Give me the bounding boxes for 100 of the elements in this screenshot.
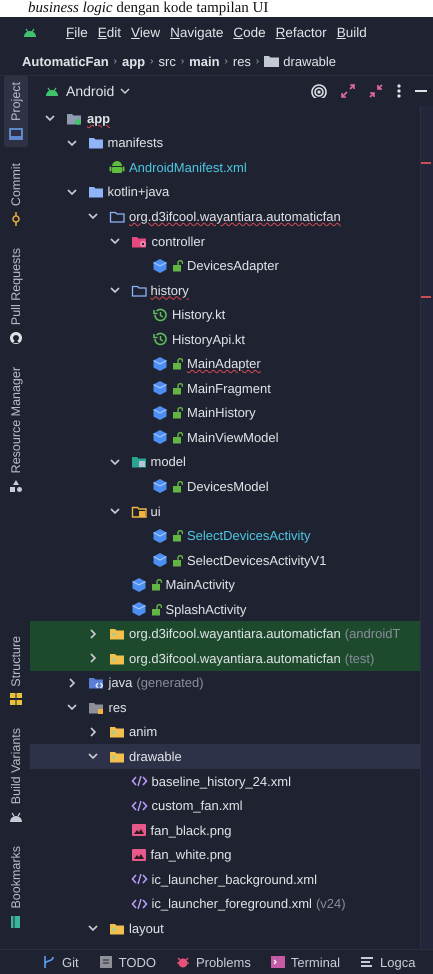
breadcrumb-item[interactable]: app — [122, 54, 146, 68]
android-icon — [9, 810, 23, 824]
tool-window-button[interactable]: TODO — [98, 954, 156, 970]
code-brackets-icon — [130, 896, 148, 911]
tree-item[interactable]: anim — [30, 720, 420, 744]
unlocked-padlock-icon — [172, 480, 183, 493]
unlocked-padlock-icon — [172, 259, 183, 272]
unlocked-padlock-icon — [172, 406, 183, 420]
tree-item[interactable]: MainAdapter — [30, 351, 420, 376]
class-icon — [152, 478, 168, 494]
tool-window-tab[interactable]: Pull Requests — [4, 242, 28, 352]
target-icon[interactable] — [311, 84, 327, 98]
tree-item[interactable]: MainActivity — [30, 572, 420, 597]
unlocked-padlock-icon — [150, 578, 162, 592]
separator-chevron: › — [180, 56, 184, 66]
class-icon — [152, 404, 168, 421]
class-icon — [152, 258, 168, 274]
class-icon — [130, 576, 146, 593]
tool-window-button[interactable]: Terminal — [270, 954, 340, 970]
bug-icon — [176, 955, 190, 969]
tree-item[interactable]: SelectDevicesActivity — [30, 523, 420, 548]
tree-item[interactable]: History.kt — [30, 302, 420, 327]
menu-item[interactable]: Edit — [98, 24, 122, 40]
tree-item[interactable]: DevicesAdapter — [30, 253, 420, 278]
more-options-icon[interactable] — [397, 84, 401, 98]
document-caption: business logic dengan kode tampilan UI — [27, 0, 270, 17]
tree-item[interactable]: java (generated) — [30, 670, 420, 696]
shapes-icon — [9, 479, 23, 494]
view-selector-dropdown[interactable]: Android — [44, 83, 130, 99]
menu-item[interactable]: Code — [233, 24, 266, 40]
tree-item[interactable]: fan_black.png — [30, 818, 420, 842]
tree-item[interactable]: MainFragment — [30, 376, 420, 401]
breadcrumb-item[interactable]: AutomaticFan — [22, 54, 109, 68]
breadcrumb-item[interactable]: main — [189, 54, 220, 68]
unlocked-padlock-icon — [172, 554, 183, 567]
unlocked-padlock-icon — [172, 382, 183, 395]
expand-icon[interactable] — [341, 84, 355, 98]
tree-item[interactable]: ic_launcher_foreground.xml (v24) — [30, 892, 420, 916]
tree-item[interactable]: baseline_history_24.xml — [30, 768, 420, 794]
class-icon — [152, 380, 168, 396]
folder-icon — [109, 626, 125, 642]
tree-item[interactable]: org.d3ifcool.wayantiara.automaticfan (test) — [30, 646, 420, 671]
tree-item[interactable]: ic_launcher_background.xml — [30, 866, 420, 892]
monitor-icon — [9, 126, 23, 141]
code-brackets-icon — [130, 774, 148, 788]
history-icon — [152, 306, 168, 323]
tree-item[interactable]: MainViewModel — [30, 425, 420, 450]
unlocked-padlock-icon — [172, 430, 183, 444]
collapse-icon[interactable] — [369, 84, 383, 98]
tree-item[interactable]: HistoryApi.kt — [30, 326, 420, 352]
model-folder-icon — [130, 454, 146, 470]
class-icon — [152, 528, 168, 544]
tool-window-tab[interactable]: Structure — [4, 630, 28, 712]
tree-item[interactable]: manifests — [30, 130, 420, 156]
tool-window-button[interactable]: Git — [42, 954, 79, 970]
tree-item[interactable]: AndroidManifest.xml — [30, 155, 420, 180]
breadcrumb-item[interactable]: drawable — [264, 54, 336, 68]
menu-item[interactable]: File — [66, 24, 88, 40]
tree-item[interactable]: org.d3ifcool.wayantiara.automaticfan (androidT — [30, 621, 420, 646]
tree-item[interactable]: ui — [30, 498, 420, 524]
tree-item[interactable]: MainHistory — [30, 400, 420, 426]
tool-window-tab[interactable]: Bookmarks — [4, 840, 28, 935]
tree-item[interactable]: model — [30, 450, 420, 474]
folder-icon — [88, 184, 104, 200]
tree-item[interactable]: controller — [30, 228, 420, 254]
code-brackets-icon — [130, 872, 148, 886]
breadcrumb-item[interactable]: src — [158, 54, 176, 68]
menu-item[interactable]: Build — [336, 24, 367, 40]
tree-item[interactable]: drawable — [30, 744, 420, 769]
separator-chevron: › — [224, 56, 228, 66]
android-logo-icon — [22, 26, 38, 38]
tree-item[interactable]: custom_fan.xml — [30, 793, 420, 818]
bookmarks-icon — [9, 915, 23, 929]
tree-item[interactable]: SelectDevicesActivityV1 — [30, 548, 420, 572]
history-icon — [152, 331, 168, 348]
tool-window-tab[interactable]: Project — [4, 76, 28, 147]
tree-item[interactable]: app — [30, 106, 420, 131]
tool-window-tab[interactable]: Commit — [4, 156, 28, 232]
tree-item[interactable]: res — [30, 695, 420, 720]
separator-chevron: › — [150, 56, 154, 66]
tool-window-button[interactable]: Logca — [360, 954, 416, 970]
breadcrumb-item[interactable]: res — [232, 54, 251, 68]
android-icon — [44, 85, 60, 97]
menu-item[interactable]: Refactor — [276, 24, 327, 40]
separator-chevron: › — [114, 56, 118, 66]
tree-item[interactable]: org.d3ifcool.wayantiara.automaticfan — [30, 204, 420, 229]
class-icon — [152, 429, 168, 446]
android-icon — [109, 159, 125, 176]
menu-item[interactable]: Navigate — [170, 24, 224, 40]
tool-window-button[interactable]: Problems — [176, 954, 251, 970]
tree-item[interactable]: layout — [30, 916, 420, 941]
tool-window-tab[interactable]: Resource Manager — [4, 361, 28, 500]
tree-item[interactable]: kotlin+java — [30, 180, 420, 204]
image-icon — [130, 822, 146, 838]
tool-window-tab[interactable]: Build Variants — [4, 722, 28, 830]
tree-item[interactable]: DevicesModel — [30, 474, 420, 499]
tree-item[interactable]: SplashActivity — [30, 596, 420, 622]
tree-item[interactable]: fan_white.png — [30, 842, 420, 867]
tree-item[interactable]: history — [30, 278, 420, 302]
menu-item[interactable]: View — [131, 24, 160, 40]
